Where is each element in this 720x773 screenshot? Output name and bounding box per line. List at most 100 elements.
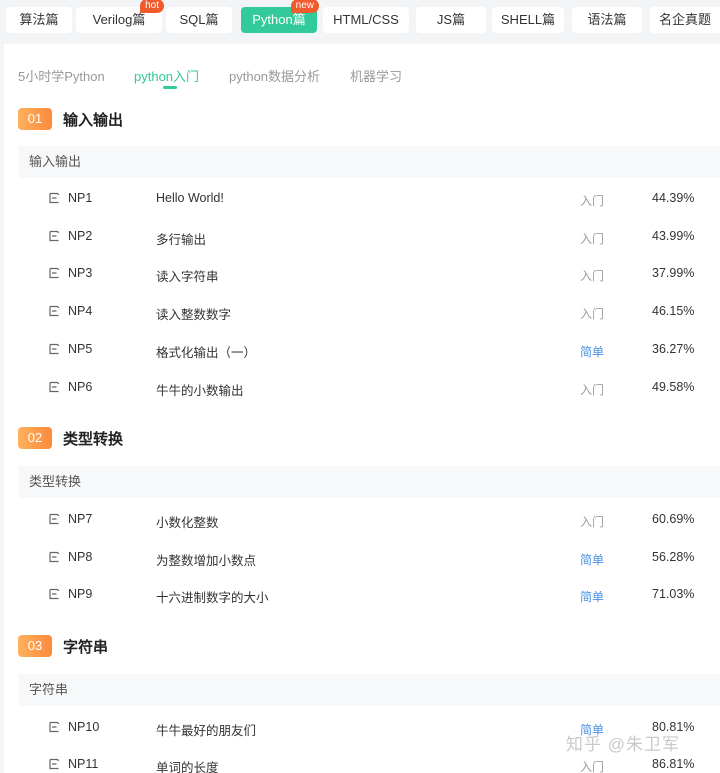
problem-title[interactable]: 小数化整数	[156, 512, 219, 531]
problem-icon	[49, 267, 60, 279]
tab-label: 语法篇	[587, 12, 627, 27]
section-number-badge: 02	[18, 427, 52, 449]
tab-algorithm[interactable]: 算法篇	[6, 7, 72, 33]
tab-label: JS篇	[436, 12, 466, 27]
problem-id: NP3	[68, 266, 93, 280]
problem-title[interactable]: 读入字符串	[156, 266, 219, 285]
problem-icon	[49, 513, 60, 525]
pass-rate: 43.99%	[652, 229, 695, 243]
new-badge: new	[290, 0, 319, 13]
pass-rate: 71.03%	[652, 587, 695, 601]
problem-title[interactable]: 多行输出	[156, 229, 206, 248]
problem-row[interactable]: NP9 十六进制数字的大小 简单 71.03%	[18, 576, 720, 613]
problem-title[interactable]: 牛牛的小数输出	[156, 380, 244, 399]
group-header: 字符串	[18, 674, 720, 706]
group-header: 输入输出	[18, 146, 720, 178]
tab-html-css[interactable]: HTML/CSS	[323, 7, 409, 33]
tab-label: 名企真题	[658, 12, 711, 27]
problem-id: NP7	[68, 512, 93, 526]
tab-label: HTML/CSS	[333, 12, 399, 27]
content-card: 5小时学Python python入门 python数据分析 机器学习 01 输…	[4, 44, 720, 773]
pass-rate: 44.39%	[652, 191, 695, 205]
problem-row[interactable]: NP7 小数化整数 入门 60.69%	[18, 501, 720, 538]
problem-icon	[49, 230, 60, 242]
tab-label: Python篇	[252, 12, 306, 27]
problem-icon	[49, 381, 60, 393]
problem-icon	[49, 305, 60, 317]
tab-label: Verilog篇	[92, 12, 146, 27]
pass-rate: 56.28%	[652, 550, 695, 564]
subtab-python-data-analysis[interactable]: python数据分析	[229, 66, 320, 85]
difficulty-label: 入门	[580, 232, 605, 246]
difficulty-label: 入门	[580, 194, 605, 208]
difficulty-label: 简单	[580, 553, 605, 567]
problem-icon	[49, 721, 60, 733]
active-underline	[163, 86, 177, 89]
section-title: 输入输出	[63, 112, 124, 129]
problem-id: NP8	[68, 550, 93, 564]
tab-syntax[interactable]: 语法篇	[572, 7, 642, 33]
problem-row[interactable]: NP8 为整数增加小数点 简单 56.28%	[18, 539, 720, 576]
group-header: 类型转换	[18, 466, 720, 498]
problem-id: NP4	[68, 304, 93, 318]
pass-rate: 46.15%	[652, 304, 695, 318]
difficulty-label: 入门	[580, 383, 605, 397]
pass-rate: 60.69%	[652, 512, 695, 526]
problem-row[interactable]: NP2 多行输出 入门 43.99%	[18, 218, 720, 255]
tab-company-exams[interactable]: 名企真题	[650, 7, 720, 33]
difficulty-label: 简单	[580, 345, 605, 359]
problem-id: NP11	[68, 757, 99, 771]
category-bar: 算法篇 Verilog篇 hot SQL篇 Python篇 new HTML/CSS…	[0, 0, 720, 40]
problem-title[interactable]: 牛牛最好的朋友们	[156, 720, 256, 739]
difficulty-label: 入门	[580, 760, 605, 773]
hot-badge: hot	[140, 0, 164, 13]
problem-icon	[49, 192, 60, 204]
problem-title[interactable]: 读入整数数字	[156, 304, 231, 323]
problem-title[interactable]: 为整数增加小数点	[156, 550, 256, 569]
tab-python[interactable]: Python篇 new	[241, 0, 319, 33]
problem-icon	[49, 758, 60, 770]
pass-rate: 49.58%	[652, 380, 695, 394]
problem-id: NP10	[68, 720, 100, 734]
subtab-5h-python[interactable]: 5小时学Python	[18, 66, 105, 85]
problem-row[interactable]: NP3 读入字符串 入门 37.99%	[18, 255, 720, 292]
tab-sql[interactable]: SQL篇	[166, 7, 232, 33]
tab-shell[interactable]: SHELL篇	[492, 7, 564, 33]
tab-label: SHELL篇	[500, 12, 556, 27]
problem-id: NP2	[68, 229, 93, 243]
pass-rate: 37.99%	[652, 266, 695, 280]
section-number-badge: 03	[18, 635, 52, 657]
problem-id: NP1	[68, 191, 93, 205]
problem-icon	[49, 588, 60, 600]
problem-row[interactable]: NP6 牛牛的小数输出 入门 49.58%	[18, 369, 720, 406]
subtab-label: python入门	[134, 69, 200, 84]
difficulty-label: 入门	[580, 269, 605, 283]
problem-id: NP9	[68, 587, 93, 601]
tab-js[interactable]: JS篇	[416, 7, 486, 33]
tab-verilog[interactable]: Verilog篇 hot	[76, 0, 164, 33]
pass-rate: 36.27%	[652, 342, 695, 356]
section-title: 字符串	[63, 639, 109, 656]
problem-id: NP6	[68, 380, 93, 394]
tab-label: SQL篇	[179, 12, 219, 27]
section-number-badge: 01	[18, 108, 52, 130]
problem-title[interactable]: Hello World!	[156, 191, 224, 205]
problem-title[interactable]: 十六进制数字的大小	[156, 587, 269, 606]
problem-row[interactable]: NP5 格式化输出（一） 简单 36.27%	[18, 331, 720, 368]
problem-icon	[49, 343, 60, 355]
subtab-machine-learning[interactable]: 机器学习	[350, 66, 402, 85]
problem-row[interactable]: NP1 Hello World! 入门 44.39%	[18, 180, 720, 217]
problem-title[interactable]: 单词的长度	[156, 757, 219, 773]
difficulty-label: 简单	[580, 590, 605, 604]
difficulty-label: 入门	[580, 307, 605, 321]
tab-label: 算法篇	[19, 12, 59, 27]
zhihu-watermark: 知乎 @朱卫军	[566, 735, 680, 754]
problem-id: NP5	[68, 342, 93, 356]
difficulty-label: 入门	[580, 515, 605, 529]
problem-icon	[49, 551, 60, 563]
problem-title[interactable]: 格式化输出（一）	[156, 342, 256, 361]
section-title: 类型转换	[63, 431, 124, 448]
pass-rate: 86.81%	[652, 757, 695, 771]
subtab-python-intro[interactable]: python入门	[134, 66, 200, 89]
problem-row[interactable]: NP4 读入整数数字 入门 46.15%	[18, 293, 720, 330]
